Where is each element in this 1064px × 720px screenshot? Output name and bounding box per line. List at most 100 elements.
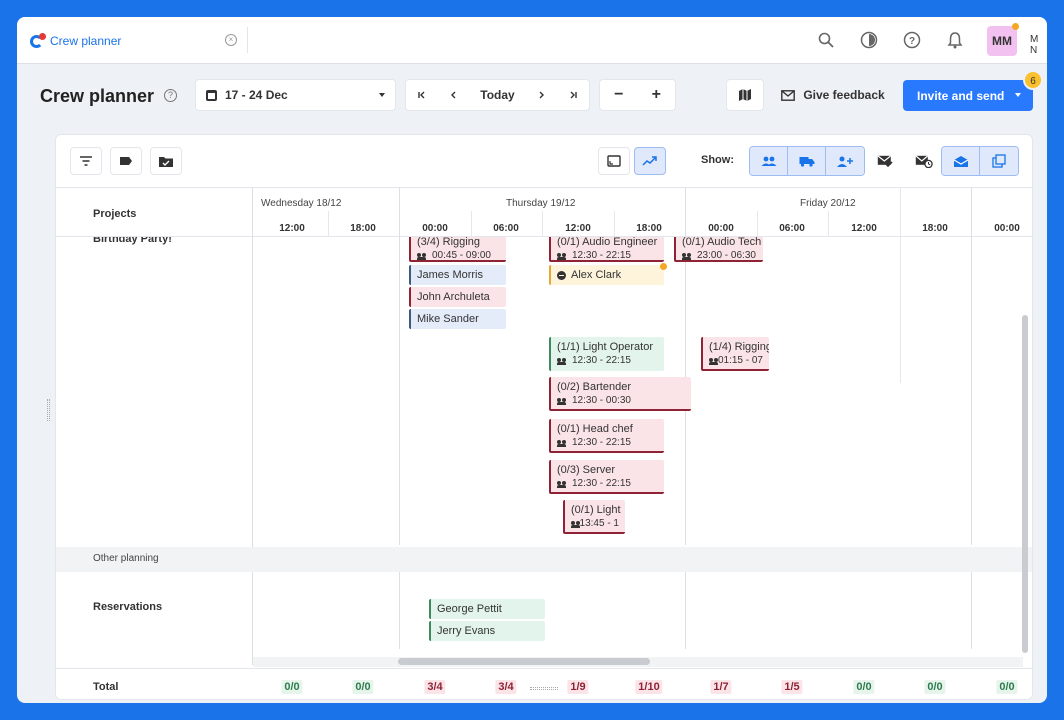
chevron-down-icon[interactable]: [1015, 93, 1021, 97]
shift-title: (0/3) Server: [557, 464, 616, 476]
opened-mail-icon: [953, 155, 968, 167]
hour-divider: [757, 211, 758, 237]
label-button[interactable]: [110, 147, 142, 175]
zoom-out-button[interactable]: −: [600, 80, 638, 110]
shift-time: 13:45 - 1: [579, 518, 619, 529]
crew-card[interactable]: John Archuleta: [409, 287, 506, 307]
last-page-button[interactable]: [557, 80, 589, 110]
trend-button[interactable]: [634, 147, 666, 175]
total-cell: 1/10: [635, 680, 663, 694]
day-divider: [971, 572, 972, 649]
show-opened-mail-button[interactable]: [942, 147, 980, 175]
filter-button[interactable]: [70, 147, 102, 175]
today-button[interactable]: Today: [470, 80, 526, 110]
question-icon[interactable]: ?: [164, 89, 177, 102]
crew-card[interactable]: Mike Sander: [409, 309, 506, 329]
other-planning-label: Other planning: [93, 553, 159, 564]
next-button[interactable]: [525, 80, 557, 110]
total-cell: 0/0: [996, 680, 1018, 694]
shift-card[interactable]: (0/1) Light 13:45 - 1: [563, 500, 625, 534]
first-page-button[interactable]: [406, 80, 438, 110]
crew-card[interactable]: George Pettit: [429, 599, 545, 619]
project-birthday-party[interactable]: Birthday Party!: [93, 237, 172, 245]
show-filter-group: [749, 146, 865, 176]
date-range-select[interactable]: 17 - 24 Dec: [195, 79, 396, 111]
total-label: Total: [93, 681, 119, 693]
shift-card[interactable]: (0/1) Head chef 12:30 - 22:15: [549, 419, 664, 453]
page-title: Crew planner: [40, 86, 155, 106]
time-label: 00:00: [994, 223, 1020, 234]
crew-name: James Morris: [417, 269, 484, 281]
people-icon: [557, 357, 567, 365]
zoom-controls: − +: [599, 79, 676, 111]
planner-panel: Show: Projects Wednesday 18/12 Thursday …: [55, 134, 1033, 700]
people-icon: [557, 439, 567, 447]
mail-check-icon: [877, 155, 893, 167]
time-label: 00:00: [708, 223, 734, 234]
shift-title: (1/4) Rigging: [709, 341, 769, 353]
people-icon: [761, 156, 776, 166]
page-header: Crew planner ? 17 - 24 Dec Today − + Giv…: [17, 79, 1047, 113]
fit-screen-button[interactable]: [598, 147, 630, 175]
show-vehicles-button[interactable]: [788, 147, 826, 175]
notification-badge: 6: [1023, 70, 1043, 90]
shift-card[interactable]: (1/4) Rigging 01:15 - 07: [701, 337, 769, 371]
total-cell: 0/0: [352, 680, 374, 694]
hour-divider: [542, 211, 543, 237]
zoom-in-button[interactable]: +: [638, 80, 676, 110]
crew-card[interactable]: Alex Clark: [549, 265, 664, 285]
bell-icon[interactable]: [944, 29, 966, 51]
chevron-down-icon: [379, 93, 385, 97]
hour-divider: [614, 211, 615, 237]
day-divider: [685, 572, 686, 649]
hour-divider: [471, 211, 472, 237]
give-feedback-button[interactable]: Give feedback: [773, 79, 893, 111]
envelope-check-button[interactable]: [871, 147, 899, 175]
crew-card[interactable]: James Morris: [409, 265, 506, 285]
crew-card[interactable]: Jerry Evans: [429, 621, 545, 641]
shift-time: 12:30 - 22:15: [572, 437, 631, 448]
copy-icon: [992, 154, 1006, 168]
bottom-resize-handle[interactable]: [530, 687, 558, 690]
shift-card[interactable]: (1/1) Light Operator 12:30 - 22:15: [549, 337, 664, 371]
shift-title: (0/1) Audio Tech: [682, 237, 762, 248]
search-icon[interactable]: [815, 29, 837, 51]
total-cell: 1/9: [567, 680, 589, 694]
shift-card[interactable]: (0/3) Server 12:30 - 22:15: [549, 460, 664, 494]
day-label: Friday 20/12: [800, 198, 856, 209]
previous-button[interactable]: [438, 80, 470, 110]
calendar-icon: [206, 89, 217, 101]
total-cell: 0/0: [853, 680, 875, 694]
time-label: 18:00: [922, 223, 948, 234]
mail-icon: [781, 89, 796, 101]
shift-title: (0/1) Head chef: [557, 423, 633, 435]
avatar[interactable]: MM: [987, 26, 1017, 56]
horizontal-scrollbar[interactable]: [398, 658, 650, 665]
shift-card[interactable]: (0/2) Bartender 12:30 - 00:30: [549, 377, 691, 411]
show-copies-button[interactable]: [980, 147, 1018, 175]
folder-button[interactable]: [150, 147, 182, 175]
shift-card[interactable]: (0/1) Audio Tech 23:00 - 06:30: [674, 237, 763, 262]
theme-icon[interactable]: [858, 29, 880, 51]
shift-card[interactable]: (0/1) Audio Engineer 12:30 - 22:15: [549, 237, 664, 262]
invite-and-send-button[interactable]: Invite and send: [903, 80, 1033, 111]
vertical-scrollbar[interactable]: [1022, 315, 1028, 653]
time-label: 12:00: [851, 223, 877, 234]
shift-card[interactable]: (3/4) Rigging 00:45 - 09:00: [409, 237, 506, 262]
map-button[interactable]: [726, 79, 764, 111]
help-icon[interactable]: ?: [901, 29, 923, 51]
hour-divider: [828, 211, 829, 237]
mail-clock-button[interactable]: [910, 147, 938, 175]
browser-tab[interactable]: Crew planner ×: [23, 23, 237, 59]
show-crew-button[interactable]: [750, 147, 788, 175]
show-add-user-button[interactable]: [826, 147, 864, 175]
tab-close-icon[interactable]: ×: [225, 34, 237, 46]
people-icon: [682, 252, 692, 260]
map-icon: [739, 89, 751, 101]
time-label: 12:00: [565, 223, 591, 234]
project-reservations[interactable]: Reservations: [93, 601, 162, 613]
people-icon: [557, 252, 567, 260]
user-name[interactable]: M N: [1030, 34, 1047, 56]
resize-handle[interactable]: [47, 399, 50, 421]
crew-name: Alex Clark: [571, 269, 622, 281]
